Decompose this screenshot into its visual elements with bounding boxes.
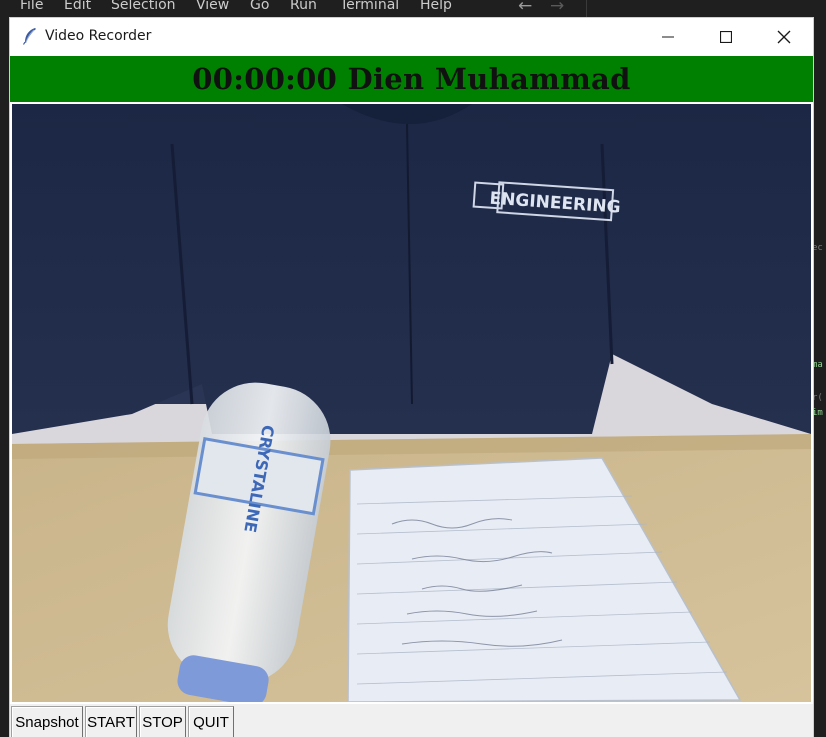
window-titlebar[interactable]: Video Recorder [10, 18, 813, 55]
webcam-image: ENGINEERING CRYSTALINE [12, 104, 811, 702]
menu-run[interactable]: Run [290, 0, 317, 13]
menu-go[interactable]: Go [250, 0, 269, 13]
control-bar: Snapshot START STOP QUIT [10, 704, 813, 737]
snapshot-button[interactable]: Snapshot [11, 706, 83, 737]
back-arrow-icon[interactable]: ← [518, 0, 532, 16]
code-fragment: r( [812, 393, 823, 403]
stop-button[interactable]: STOP [139, 706, 186, 737]
maximize-button[interactable] [698, 18, 754, 55]
code-fragment: im [812, 408, 823, 418]
editor-divider [586, 0, 587, 17]
minimize-icon [662, 36, 674, 37]
forward-arrow-icon[interactable]: → [550, 0, 564, 16]
quit-button[interactable]: QUIT [188, 706, 234, 737]
menu-terminal[interactable]: Terminal [340, 0, 399, 13]
menu-view[interactable]: View [196, 0, 229, 13]
editor-menubar: File Edit Selection View Go Run Terminal… [0, 0, 826, 17]
close-icon [777, 30, 791, 43]
window-title: Video Recorder [45, 28, 152, 44]
code-fragment: ec [812, 243, 823, 253]
menu-selection[interactable]: Selection [111, 0, 176, 13]
menu-edit[interactable]: Edit [64, 0, 91, 13]
menu-help[interactable]: Help [420, 0, 452, 13]
timer-header: 00:00:00 Dien Muhammad [10, 56, 813, 102]
video-recorder-window: Video Recorder 00:00:00 Dien Muhammad EN… [9, 17, 814, 737]
minimize-button[interactable] [640, 18, 696, 55]
video-feed: ENGINEERING CRYSTALINE [12, 104, 811, 702]
menu-file[interactable]: File [20, 0, 43, 13]
close-button[interactable] [756, 18, 812, 55]
maximize-icon [720, 30, 732, 43]
start-button[interactable]: START [85, 706, 137, 737]
feather-icon [22, 28, 36, 45]
timer-label: 00:00:00 Dien Muhammad [192, 62, 631, 96]
editor-edge [814, 17, 826, 737]
code-fragment: ma [812, 360, 823, 370]
